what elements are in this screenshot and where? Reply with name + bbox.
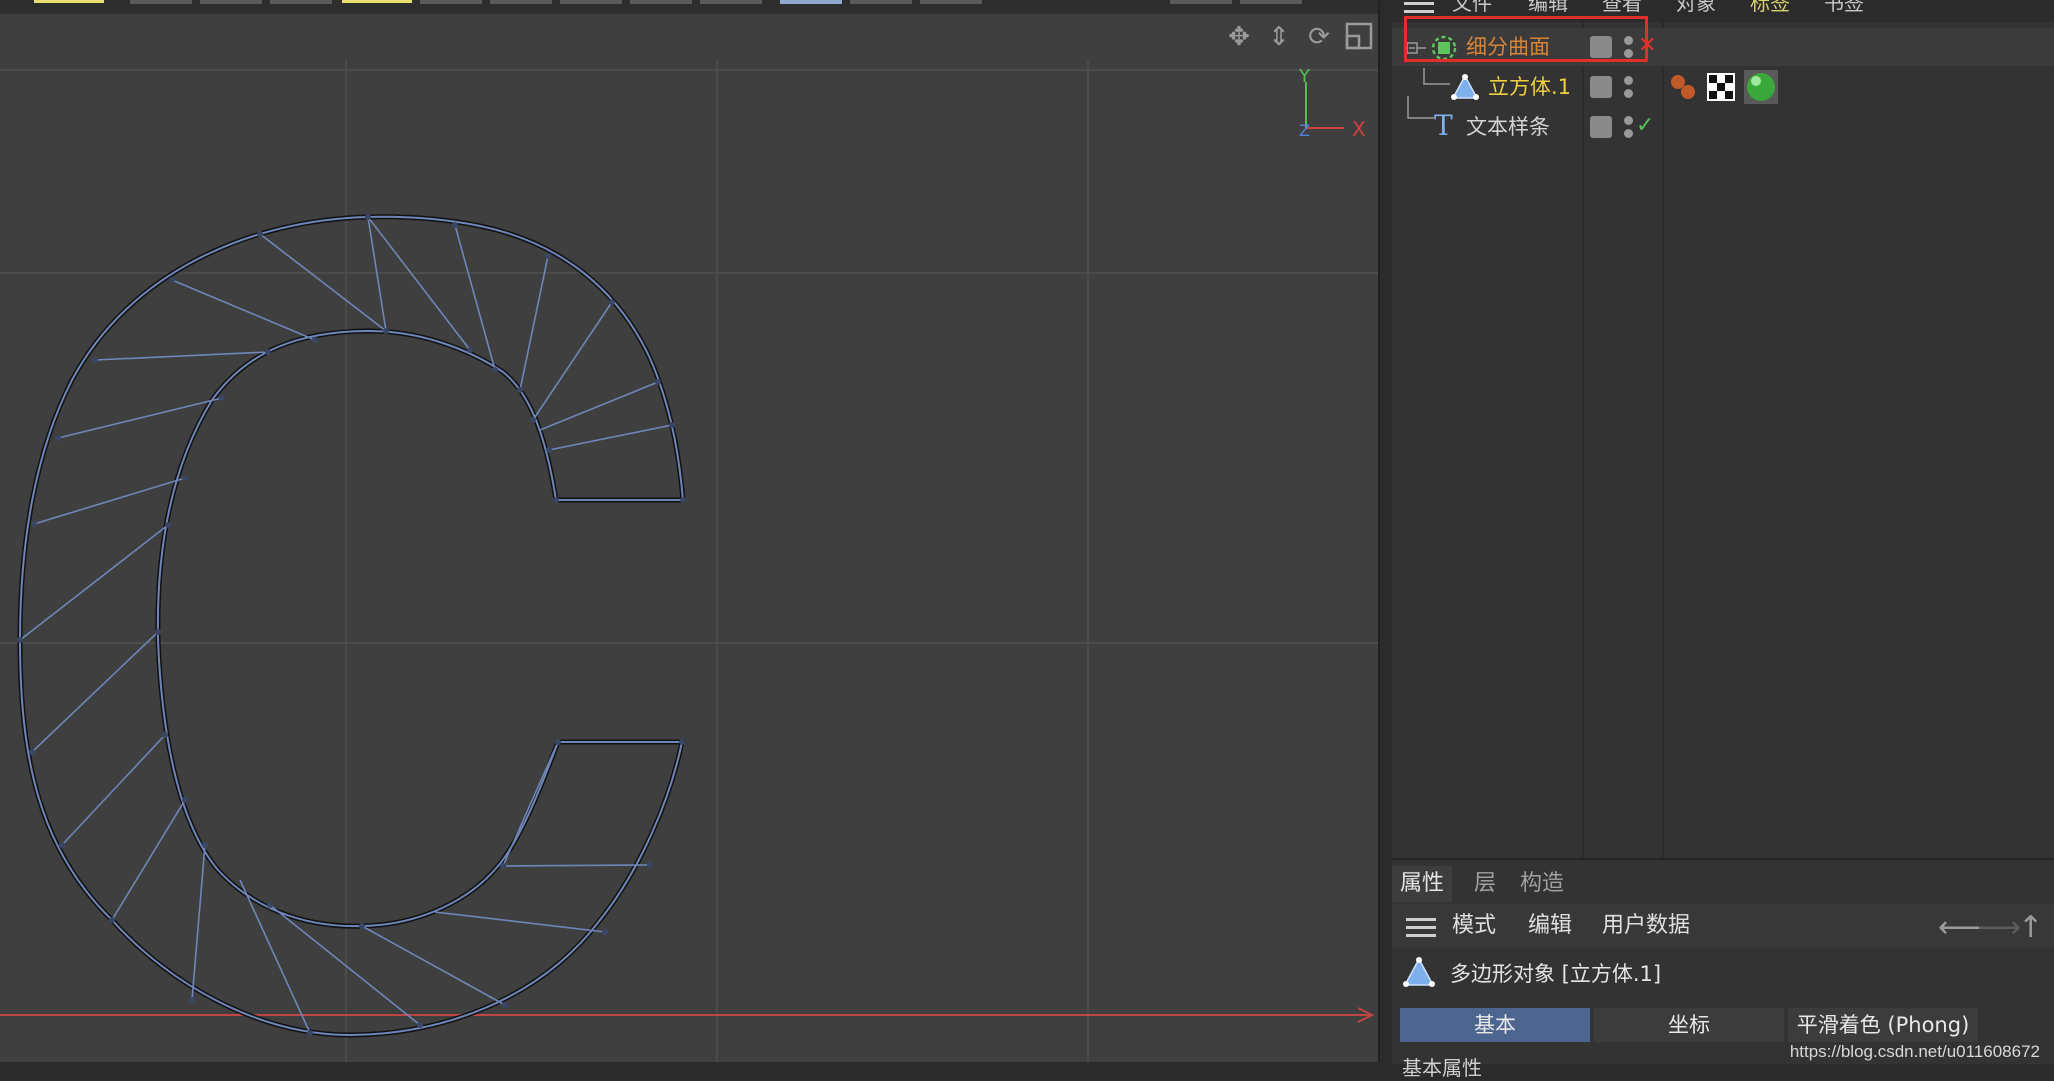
menu-view[interactable]: 查看 <box>1602 0 1642 14</box>
attribute-toolbar: 模式 编辑 用户数据 ⟵ ⟶ ↑ <box>1392 904 2054 948</box>
toolbar-chip[interactable] <box>700 0 762 4</box>
menu-edit[interactable]: 编辑 <box>1528 0 1568 14</box>
toolbar-chip[interactable] <box>420 0 482 4</box>
toolbar-chip[interactable] <box>342 0 412 3</box>
hamburger-menu-icon[interactable] <box>1406 918 1436 942</box>
polygon-object-icon <box>1451 74 1479 100</box>
toolbar-chip[interactable] <box>130 0 192 4</box>
layer-toggle-icon[interactable] <box>1590 116 1612 138</box>
move-icon[interactable]: ✥ <box>1224 22 1254 52</box>
toolbar-chip[interactable] <box>1240 0 1302 4</box>
material-tag-icon[interactable] <box>1744 70 1778 104</box>
menu-file[interactable]: 文件 <box>1452 0 1492 14</box>
menu-tags[interactable]: 标签 <box>1750 0 1790 14</box>
subtab-phong[interactable]: 平滑着色 (Phong) <box>1788 1008 1978 1042</box>
menu-mode[interactable]: 模式 <box>1452 904 1496 948</box>
tab-layers[interactable]: 层 <box>1474 866 1496 902</box>
menu-user-data[interactable]: 用户数据 <box>1602 904 1690 948</box>
object-name[interactable]: 立方体.1 <box>1488 68 1571 106</box>
viewport-divider[interactable] <box>1378 0 1380 1062</box>
maximize-icon[interactable] <box>1344 22 1374 52</box>
column-divider[interactable] <box>1582 22 1584 858</box>
attribute-object-label: 多边形对象 [立方体.1] <box>1450 962 1662 986</box>
rotate-icon[interactable]: ⟳ <box>1304 22 1334 52</box>
polygon-object-icon <box>1403 957 1435 987</box>
toolbar-chip[interactable] <box>560 0 622 4</box>
move-vertical-icon[interactable]: ⇕ <box>1264 22 1294 52</box>
uvw-tag-icon[interactable] <box>1706 72 1736 102</box>
attribute-manager-panel[interactable]: 属性 层 构造 模式 编辑 用户数据 ⟵ ⟶ ↑ 多边形对象 [立方体.1] 基… <box>1392 858 2054 1080</box>
subtab-basic[interactable]: 基本 <box>1400 1008 1590 1042</box>
attribute-object-header: 多边形对象 [立方体.1] <box>1392 950 2054 994</box>
viewport-panel[interactable]: Y Z X ✥ ⇕ ⟳ <box>0 0 1380 1062</box>
letter-c-outline-shadow <box>17 214 686 1038</box>
section-heading-basic-properties: 基本属性 <box>1402 1056 1482 1080</box>
enabled-status-icon[interactable]: ✓ <box>1636 107 1654 145</box>
hierarchy-line <box>1423 68 1450 85</box>
menu-bookmarks[interactable]: 书签 <box>1824 0 1864 14</box>
layer-toggle-icon[interactable] <box>1590 76 1612 98</box>
editor-visibility-dot[interactable] <box>1624 76 1633 85</box>
toolbar-chip[interactable] <box>200 0 262 4</box>
object-manager-panel[interactable]: 文件 编辑 查看 对象 标签 书签 细分曲面 ✕ 立方体.1 T 文本样条 ✓ <box>1392 0 2054 858</box>
text-spline-icon: T <box>1434 109 1453 142</box>
toolbar-chip[interactable] <box>630 0 692 4</box>
toolbar-chip[interactable] <box>34 0 104 3</box>
object-row-cube[interactable]: 立方体.1 <box>1392 68 2054 106</box>
forward-arrow-icon[interactable]: ⟶ <box>1978 910 2021 945</box>
object-row-text-spline[interactable]: T 文本样条 ✓ <box>1392 96 2054 146</box>
toolbar-chip[interactable] <box>270 0 332 4</box>
toolbar-chip[interactable] <box>1170 0 1232 4</box>
annotation-highlight-box <box>1404 16 1648 62</box>
render-visibility-dot[interactable] <box>1624 89 1633 98</box>
viewport-canvas[interactable]: Y Z X <box>0 0 1380 1062</box>
menu-object[interactable]: 对象 <box>1676 0 1716 14</box>
hamburger-menu-icon[interactable] <box>1404 2 1434 16</box>
toolbar-chip[interactable] <box>780 0 842 4</box>
subtab-coordinates[interactable]: 坐标 <box>1594 1008 1784 1042</box>
axis-y-label: Y <box>1298 66 1311 87</box>
menu-edit[interactable]: 编辑 <box>1528 904 1572 948</box>
back-arrow-icon[interactable]: ⟵ <box>1938 910 1981 945</box>
hierarchy-line <box>1407 96 1434 119</box>
tab-structure[interactable]: 构造 <box>1520 866 1564 902</box>
letter-c-outline <box>18 215 685 1037</box>
up-arrow-icon[interactable]: ↑ <box>2018 910 2043 945</box>
render-visibility-dot[interactable] <box>1624 129 1633 138</box>
watermark-text: https://blog.csdn.net/u011608672 <box>1789 1042 2040 1061</box>
toolbar-chip[interactable] <box>490 0 552 4</box>
axis-gizmo: Y Z X <box>1298 66 1366 141</box>
object-name[interactable]: 文本样条 <box>1466 108 1550 146</box>
toolbar-chip[interactable] <box>850 0 912 4</box>
axis-z-label: Z <box>1299 121 1310 140</box>
phong-tag-icon[interactable] <box>1668 72 1700 102</box>
editor-visibility-dot[interactable] <box>1624 116 1633 125</box>
tab-attributes[interactable]: 属性 <box>1392 866 1453 902</box>
axis-x-label: X <box>1352 117 1366 141</box>
column-divider[interactable] <box>1662 22 1664 858</box>
toolbar-chip[interactable] <box>920 0 982 4</box>
letter-c-mesh[interactable] <box>17 214 686 1038</box>
viewport-toolbar-strip <box>0 0 1380 14</box>
